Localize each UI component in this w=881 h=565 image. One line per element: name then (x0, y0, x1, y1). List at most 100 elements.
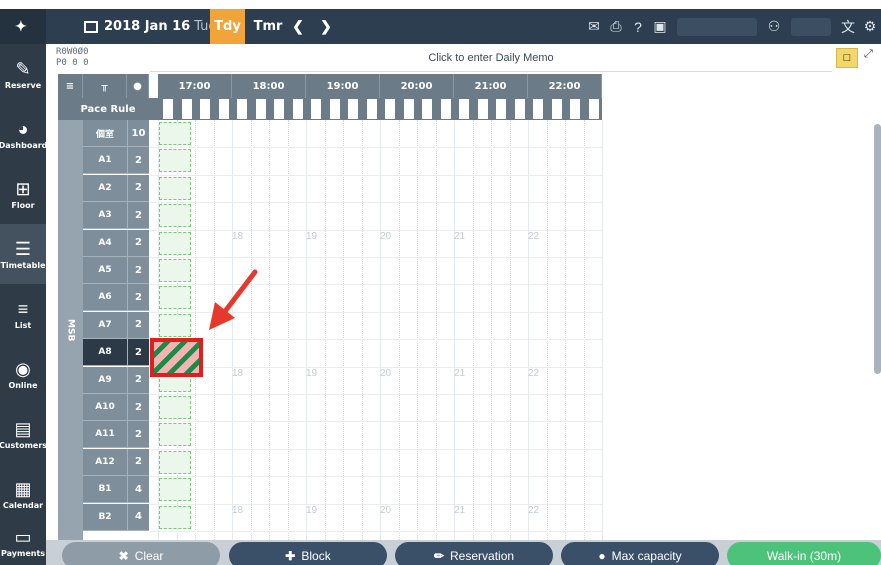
table-capacity-5: 2 (127, 257, 149, 284)
person-icon: ● (133, 80, 142, 92)
table-name-1[interactable]: A1 (83, 147, 127, 175)
table-header[interactable]: ╥ (83, 74, 127, 98)
table-name-11[interactable]: A11 (83, 421, 127, 449)
pace-rule-cell[interactable] (347, 98, 359, 120)
pace-slot[interactable] (159, 122, 191, 145)
layers-header[interactable]: ≡ (58, 74, 83, 98)
globe-icon: ◉ (15, 358, 31, 379)
date-selector[interactable]: 2018 Jan 16 Tue (84, 9, 216, 44)
clear-button[interactable]: ✖ Clear (62, 542, 220, 565)
walkin-button[interactable]: Walk-in (30m) (727, 542, 881, 565)
print-icon[interactable]: ⎙ (605, 18, 627, 35)
pace-slot[interactable] (159, 231, 191, 255)
sidebar-item-online[interactable]: ◉ Online (0, 344, 46, 404)
table-name-12[interactable]: A12 (83, 448, 127, 476)
pace-rule-cell[interactable] (495, 98, 507, 120)
table-name-2[interactable]: A2 (83, 174, 127, 202)
pace-rule-cell[interactable] (587, 98, 600, 120)
pace-slot[interactable] (159, 286, 191, 310)
pace-rule-cell[interactable] (365, 98, 378, 120)
sidebar-item-calendar[interactable]: ▦ Calendar (0, 464, 46, 524)
pace-rule-cell[interactable] (513, 98, 526, 120)
pace-rule-cell[interactable] (476, 98, 489, 120)
pace-rule-cell[interactable] (421, 98, 433, 120)
user-switch-icon[interactable]: ⚇ (763, 18, 785, 35)
pace-rule-cell[interactable] (328, 98, 341, 120)
blocked-slot-highlight[interactable] (150, 338, 203, 377)
settings-icon[interactable]: ⚙ (859, 18, 881, 35)
monitor-button[interactable]: □ (836, 48, 858, 68)
close-icon: ✖ (118, 548, 129, 563)
reservation-button[interactable]: ✏ Reservation (395, 542, 553, 565)
pace-slot[interactable] (159, 149, 191, 173)
grid-horizontal-line (150, 476, 602, 478)
calendar-icon: ▦ (14, 478, 32, 499)
sidebar-item-list[interactable]: ≡ List (0, 284, 46, 344)
pace-slot[interactable] (159, 423, 191, 447)
dashboard-icon: ◕ (17, 118, 29, 139)
sidebar-item-floor[interactable]: ⊞ Floor (0, 164, 46, 224)
pace-rule-cell[interactable] (439, 98, 452, 120)
fullscreen-button[interactable]: ⤢ (864, 48, 880, 68)
table-name-8[interactable]: A8 (83, 339, 127, 367)
previous-day-button[interactable]: ❮ (288, 9, 308, 44)
pace-rule-cell[interactable] (569, 98, 581, 120)
pace-rule-cell[interactable] (402, 98, 415, 120)
tomorrow-button[interactable]: Tmr (248, 9, 288, 44)
pace-rule-cell[interactable] (199, 98, 211, 120)
table-name-7[interactable]: A7 (83, 311, 127, 339)
today-button[interactable]: Tdy (210, 9, 245, 44)
table-name-0[interactable]: 個室 (83, 120, 127, 147)
table-name-13[interactable]: B1 (83, 476, 127, 504)
pace-slot[interactable] (159, 478, 191, 502)
pace-slot[interactable] (159, 313, 191, 337)
capacity-header[interactable]: ● (127, 74, 149, 98)
pace-rule-cell[interactable] (384, 98, 396, 120)
pace-rule-cell[interactable] (180, 98, 193, 120)
next-day-button[interactable]: ❯ (316, 9, 336, 44)
table-capacity-14: 4 (127, 503, 149, 531)
pace-rule-cell[interactable] (310, 98, 322, 120)
pace-rule-cell[interactable] (273, 98, 285, 120)
sidebar-item-reserve[interactable]: ✎ Reserve (0, 44, 46, 104)
pace-rule-cell[interactable] (291, 98, 304, 120)
pace-rule-cell[interactable] (550, 98, 563, 120)
pace-slot[interactable] (159, 450, 191, 474)
pace-slot[interactable] (159, 259, 191, 282)
current-date: 2018 Jan 16 (104, 19, 191, 34)
pace-slot[interactable] (159, 505, 191, 529)
sidebar-item-timetable[interactable]: ☰ Timetable (0, 224, 46, 284)
max-capacity-button[interactable]: ● Max capacity (561, 542, 719, 565)
pace-rule-cell[interactable] (236, 98, 248, 120)
grid-hour-mark: 19 (306, 367, 318, 379)
translate-icon[interactable]: 文 (837, 17, 859, 37)
menu-toggle-button[interactable]: ✦ (0, 9, 46, 44)
store-icon[interactable]: ▣ (649, 18, 671, 35)
table-name-14[interactable]: B2 (83, 503, 127, 531)
vertical-scrollbar[interactable] (874, 124, 881, 374)
pace-slot[interactable] (159, 396, 191, 419)
mail-icon[interactable]: ✉ (583, 18, 605, 35)
table-name-6[interactable]: A6 (83, 284, 127, 312)
sidebar-item-payments[interactable]: ▭ Payments (0, 519, 46, 565)
table-name-9[interactable]: A9 (83, 366, 127, 394)
daily-memo[interactable]: Click to enter Daily Memo (150, 44, 832, 72)
table-capacity-3: 2 (127, 202, 149, 230)
help-icon[interactable]: ? (627, 19, 649, 35)
reservation-counts: R0W0Ø0 P0 0 0 (56, 44, 146, 72)
table-name-3[interactable]: A3 (83, 202, 127, 230)
pace-rule-cell[interactable] (254, 98, 267, 120)
sidebar-item-customers[interactable]: ▤ Customers (0, 404, 47, 464)
table-name-4[interactable]: A4 (83, 229, 127, 257)
table-name-10[interactable]: A10 (83, 394, 127, 421)
pace-slot[interactable] (159, 204, 191, 228)
pace-rule-cell[interactable] (217, 98, 230, 120)
sidebar-item-dashboard[interactable]: ◕ Dashboard (0, 104, 47, 164)
table-name-5[interactable]: A5 (83, 257, 127, 284)
pace-rule-cell[interactable] (162, 98, 174, 120)
table-capacity-9: 2 (127, 366, 149, 394)
pace-rule-cell[interactable] (532, 98, 544, 120)
pace-slot[interactable] (159, 176, 191, 200)
pace-rule-cell[interactable] (458, 98, 470, 120)
block-button[interactable]: ✚ Block (229, 542, 387, 565)
